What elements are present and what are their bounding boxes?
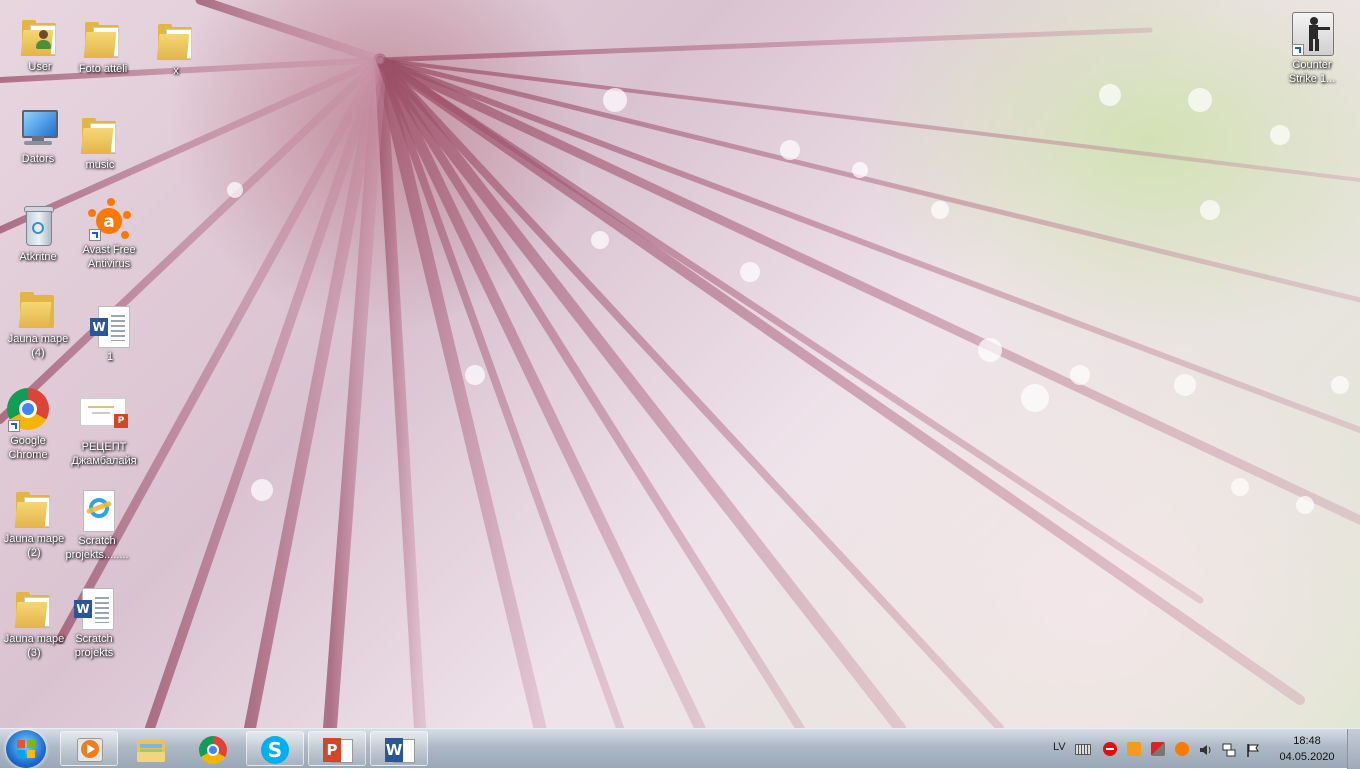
desktop-icon-foto-atteli[interactable]: Foto attēli	[65, 16, 141, 76]
language-indicator[interactable]: LV	[1053, 741, 1066, 753]
chrome-icon	[7, 388, 49, 432]
media-player-icon	[75, 736, 103, 762]
word-icon: W	[385, 736, 415, 763]
network-tools-icon[interactable]	[1151, 742, 1165, 756]
taskbar-explorer-button[interactable]	[122, 731, 180, 766]
desktop-icon-label: Foto attēli	[78, 63, 128, 75]
word-document-icon: W	[74, 586, 114, 630]
start-button[interactable]	[6, 730, 46, 768]
desktop-icon-scratch-ie[interactable]: Scratch projekts........	[59, 488, 135, 562]
desktop-icon-music[interactable]: music	[62, 112, 138, 172]
desktop-icon-label: music	[85, 159, 115, 171]
taskbar: S P W LV 18:48 04.05.2020	[0, 728, 1360, 769]
folder-icon	[18, 286, 58, 330]
taskbar-skype-button[interactable]: S	[246, 731, 304, 766]
network-icon[interactable]	[1222, 742, 1236, 757]
word-document-icon: W	[90, 304, 130, 348]
clock[interactable]: 18:48 04.05.2020	[1276, 734, 1338, 764]
shortcut-arrow-icon	[8, 420, 20, 432]
notes-app-icon[interactable]	[1127, 742, 1141, 756]
taskbar-chrome-button[interactable]	[184, 731, 242, 766]
avast-icon: a	[88, 197, 131, 241]
desktop-icon-label: Scratch projekts........	[65, 535, 129, 561]
desktop-icon-x[interactable]: x	[138, 18, 214, 78]
desktop-icon-label: x	[173, 65, 179, 77]
clock-time: 18:48	[1293, 735, 1321, 747]
desktop-icon-label: Google Chrome	[8, 435, 48, 461]
computer-icon	[18, 106, 58, 150]
folder-icon	[156, 18, 196, 62]
avast-tray-icon[interactable]	[1175, 742, 1189, 756]
windows-logo-icon	[17, 740, 35, 758]
desktop-icon-counter-strike[interactable]: Counter Strike 1...	[1274, 12, 1350, 86]
folder-icon	[80, 112, 120, 156]
taskbar-word-button[interactable]: W	[370, 731, 428, 766]
volume-icon[interactable]	[1199, 742, 1213, 756]
action-center-flag-icon[interactable]	[1246, 742, 1260, 757]
keyboard-icon[interactable]	[1075, 744, 1091, 755]
powerpoint-document-icon: P	[80, 394, 128, 438]
svg-text:a: a	[103, 212, 114, 232]
recycle-bin-icon	[18, 204, 58, 248]
powerpoint-icon: P	[323, 736, 353, 763]
explorer-icon	[137, 736, 165, 762]
blocked-icon[interactable]	[1103, 742, 1117, 756]
wallpaper	[0, 0, 1360, 728]
desktop-icon-label: Scratch projekts	[74, 633, 114, 659]
desktop[interactable]: User Dators Atkritne Jauna mape (4) Goog…	[0, 0, 1360, 728]
folder-icon	[14, 586, 54, 630]
desktop-icon-jauna-mape-4[interactable]: Jauna mape (4)	[0, 286, 76, 360]
folder-icon	[14, 486, 54, 530]
desktop-icon-label: Counter Strike 1...	[1288, 59, 1336, 85]
desktop-icon-label: Atkritne	[19, 251, 57, 263]
desktop-icon-atkritne[interactable]: Atkritne	[0, 204, 76, 264]
taskbar-media-player-button[interactable]	[60, 731, 118, 766]
desktop-icon-avast[interactable]: a Avast Free Antivirus	[71, 197, 147, 271]
shortcut-arrow-icon	[89, 229, 101, 241]
desktop-icon-word-1[interactable]: W 1	[72, 304, 148, 364]
chrome-icon	[199, 736, 227, 764]
desktop-icon-google-chrome[interactable]: Google Chrome	[0, 388, 66, 462]
folder-icon	[83, 16, 123, 60]
user-folder-icon	[20, 14, 60, 58]
desktop-icon-label: Jauna mape (4)	[7, 333, 69, 359]
counter-strike-icon	[1292, 12, 1334, 56]
shortcut-arrow-icon	[1292, 44, 1304, 56]
taskbar-powerpoint-button[interactable]: P	[308, 731, 366, 766]
desktop-icon-label: 1	[106, 351, 114, 363]
internet-explorer-document-icon	[77, 488, 117, 532]
clock-date: 04.05.2020	[1279, 751, 1335, 763]
desktop-icon-scratch-word[interactable]: W Scratch projekts	[56, 586, 132, 660]
desktop-icon-label: Avast Free Antivirus	[82, 244, 136, 270]
desktop-icon-label: РЕЦЕПТ Джамбалайя	[71, 441, 137, 467]
desktop-icon-recepts[interactable]: P РЕЦЕПТ Джамбалайя	[66, 394, 142, 468]
skype-icon: S	[261, 736, 289, 764]
show-desktop-button[interactable]	[1347, 729, 1360, 769]
